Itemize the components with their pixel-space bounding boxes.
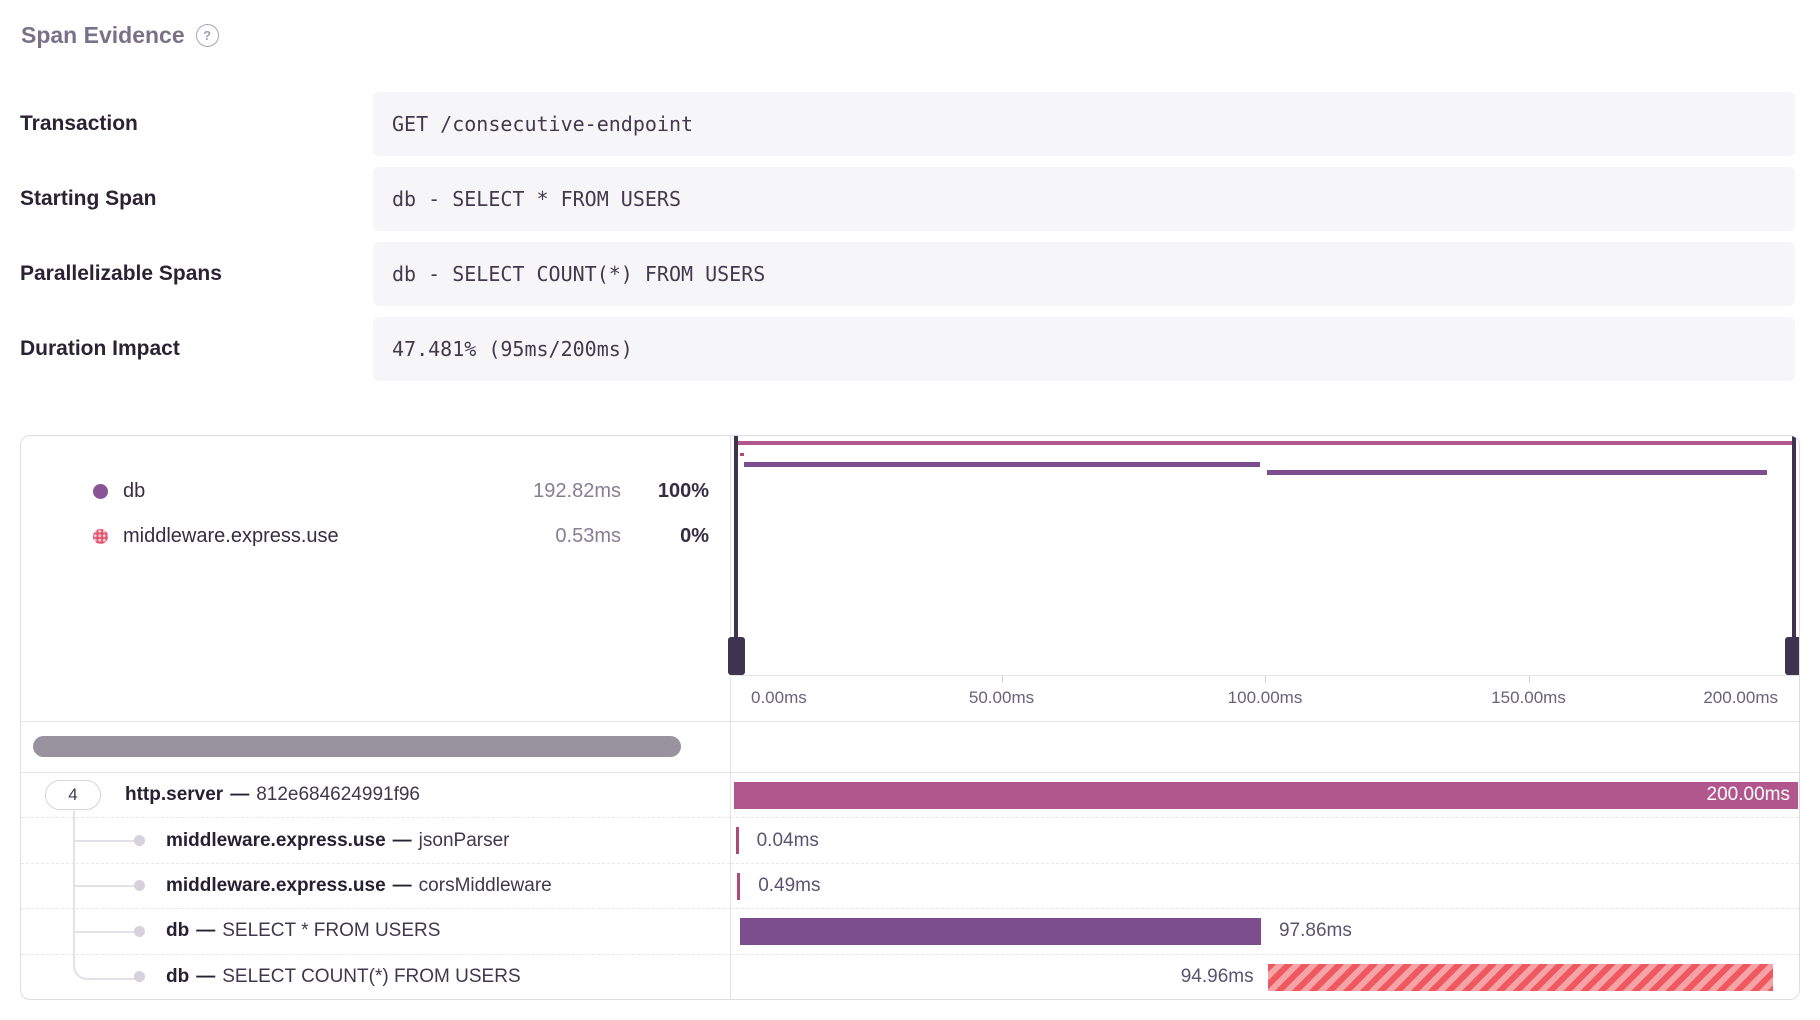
evidence-label: Starting Span	[20, 167, 373, 231]
tree-connector-dot	[134, 835, 145, 846]
minimap-span-lines[interactable]	[731, 436, 1799, 675]
span-duration-label: 200.00ms	[1707, 773, 1790, 817]
span-bar-row[interactable]: 94.96ms	[731, 954, 1799, 999]
evidence-row-transaction: Transaction GET /consecutive-endpoint	[20, 92, 1795, 156]
span-duration-bar[interactable]	[740, 918, 1261, 945]
minimap-span-line	[1267, 470, 1767, 475]
tree-connector-dot	[134, 971, 145, 982]
span-op: http.server	[125, 784, 223, 806]
time-axis: 0.00ms 50.00ms 100.00ms 150.00ms 200.00m…	[731, 675, 1799, 721]
axis-tick-label: 50.00ms	[969, 688, 1034, 708]
evidence-table: Transaction GET /consecutive-endpoint St…	[20, 92, 1795, 392]
tree-connector-dot	[134, 926, 145, 937]
axis-tick-label: 200.00ms	[1703, 688, 1778, 708]
span-duration-bars: 200.00ms 0.04ms 0.49ms 97.86ms 94.96ms	[731, 773, 1799, 999]
span-separator: —	[196, 966, 215, 988]
span-duration-bar[interactable]	[737, 873, 740, 900]
tree-connector-line	[73, 885, 139, 887]
axis-tick	[1529, 676, 1530, 683]
scroll-row-spacer	[731, 721, 1799, 773]
evidence-row-parallelizable-spans: Parallelizable Spans db - SELECT COUNT(*…	[20, 242, 1795, 306]
legend-item-middleware[interactable]: middleware.express.use 0.53ms 0%	[21, 514, 730, 559]
evidence-value: db - SELECT COUNT(*) FROM USERS	[373, 242, 1795, 306]
ops-legend: db 192.82ms 100% middleware.express.use …	[21, 436, 731, 675]
axis-tick	[1265, 676, 1266, 683]
minimap-span-line	[741, 453, 744, 456]
span-waterfall-panel: db 192.82ms 100% middleware.express.use …	[20, 435, 1800, 1000]
span-separator: —	[230, 784, 249, 806]
legend-op-duration: 0.53ms	[496, 525, 621, 548]
span-op: db	[166, 966, 189, 988]
axis-tick-label: 0.00ms	[751, 688, 807, 708]
trace-minimap[interactable]	[731, 436, 1799, 675]
help-icon[interactable]: ?	[196, 24, 219, 47]
span-bar-row[interactable]: 0.49ms	[731, 863, 1799, 908]
evidence-value: db - SELECT * FROM USERS	[373, 167, 1795, 231]
span-separator: —	[196, 920, 215, 942]
legend-op-name: db	[123, 480, 496, 503]
span-description: 812e684624991f96	[256, 784, 420, 806]
tree-scroll-track	[21, 721, 731, 773]
span-op: middleware.express.use	[166, 830, 386, 852]
axis-spacer	[21, 675, 731, 721]
span-tree: 4 http.server — 812e684624991f96 middlew…	[21, 773, 731, 999]
span-duration-label: 0.04ms	[757, 818, 819, 862]
section-header: Span Evidence ?	[21, 22, 219, 49]
minimap-handle-left[interactable]	[728, 637, 745, 675]
span-description: jsonParser	[419, 830, 510, 852]
legend-op-percent: 100%	[621, 480, 709, 503]
axis-tick-label: 100.00ms	[1228, 688, 1303, 708]
tree-connector-dot	[134, 880, 145, 891]
legend-op-name: middleware.express.use	[123, 525, 496, 548]
evidence-row-duration-impact: Duration Impact 47.481% (95ms/200ms)	[20, 317, 1795, 381]
legend-op-percent: 0%	[621, 525, 709, 548]
span-description: SELECT COUNT(*) FROM USERS	[222, 966, 520, 988]
span-op: middleware.express.use	[166, 875, 386, 897]
tree-connector-line	[73, 840, 139, 842]
evidence-label: Transaction	[20, 92, 373, 156]
span-duration-bar[interactable]	[734, 782, 1798, 809]
minimap-handle-right[interactable]	[1785, 637, 1800, 675]
tree-connector-line	[73, 931, 139, 933]
evidence-value: 47.481% (95ms/200ms)	[373, 317, 1795, 381]
span-description: SELECT * FROM USERS	[222, 920, 440, 942]
span-bar-row[interactable]: 97.86ms	[731, 908, 1799, 953]
minimap-span-line	[744, 462, 1260, 467]
span-separator: —	[393, 875, 412, 897]
span-duration-label: 97.86ms	[1279, 909, 1352, 953]
legend-color-dot	[93, 529, 108, 544]
span-duration-bar[interactable]	[1268, 964, 1773, 991]
page-title: Span Evidence	[21, 22, 185, 49]
horizontal-scrollbar[interactable]	[33, 736, 681, 757]
legend-item-db[interactable]: db 192.82ms 100%	[21, 469, 730, 514]
tree-connector-line	[73, 811, 141, 980]
span-separator: —	[393, 830, 412, 852]
evidence-value: GET /consecutive-endpoint	[373, 92, 1795, 156]
minimap-span-line	[738, 441, 1792, 445]
axis-tick	[1002, 676, 1003, 683]
span-op: db	[166, 920, 189, 942]
span-duration-bar[interactable]	[736, 827, 739, 854]
legend-color-dot	[93, 484, 108, 499]
span-duration-label: 94.96ms	[1181, 955, 1254, 999]
span-description: corsMiddleware	[419, 875, 552, 897]
span-duration-label: 0.49ms	[758, 864, 820, 908]
span-bar-row[interactable]: 0.04ms	[731, 817, 1799, 862]
evidence-row-starting-span: Starting Span db - SELECT * FROM USERS	[20, 167, 1795, 231]
evidence-label: Duration Impact	[20, 317, 373, 381]
span-count-badge[interactable]: 4	[45, 780, 101, 810]
evidence-label: Parallelizable Spans	[20, 242, 373, 306]
axis-tick-label: 150.00ms	[1491, 688, 1566, 708]
span-bar-row[interactable]: 200.00ms	[731, 773, 1799, 817]
legend-op-duration: 192.82ms	[496, 480, 621, 503]
